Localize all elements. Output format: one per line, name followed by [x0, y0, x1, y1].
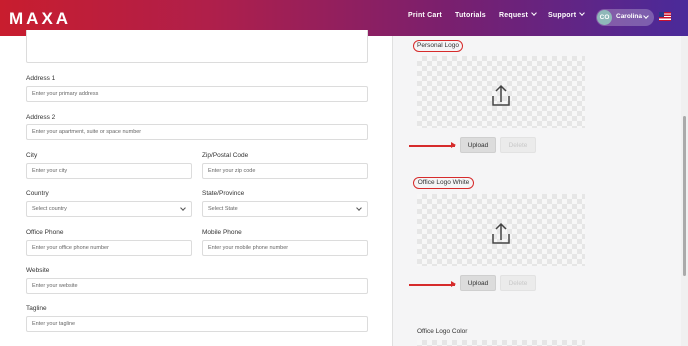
chevron-down-icon: [579, 10, 586, 16]
zip-label: Zip/Postal Code: [202, 152, 249, 159]
us-flag-icon[interactable]: [659, 12, 671, 21]
office-logo-white-dropzone[interactable]: [417, 194, 585, 266]
nav-print-cart[interactable]: Print Cart: [408, 12, 442, 19]
chevron-down-icon: [356, 205, 362, 211]
nav-tutorials[interactable]: Tutorials: [455, 12, 486, 19]
office-logo-color-label: Office Logo Color: [417, 328, 468, 335]
scrollbar-thumb[interactable]: [683, 116, 686, 276]
address2-label: Address 2: [26, 114, 56, 121]
address1-label: Address 1: [26, 75, 56, 82]
personal-logo-label: Personal Logo: [413, 40, 463, 52]
personal-logo-upload-button[interactable]: Upload: [460, 137, 496, 153]
state-select-value: Select State: [208, 206, 238, 212]
avatar: CO: [597, 10, 612, 25]
office-logo-color-dropzone[interactable]: [417, 340, 585, 346]
chevron-down-icon: [180, 205, 186, 211]
nav-support-label: Support: [548, 12, 577, 19]
office-phone-label: Office Phone: [26, 229, 64, 236]
scrollbar[interactable]: [681, 36, 688, 346]
tagline-input[interactable]: Enter your tagline: [26, 316, 368, 332]
bio-textarea[interactable]: [26, 30, 368, 63]
mobile-phone-label: Mobile Phone: [202, 229, 242, 236]
office-logo-white-label: Office Logo White: [413, 177, 474, 189]
nav-request-label: Request: [499, 12, 529, 19]
chevron-down-icon: [531, 10, 537, 16]
country-label: Country: [26, 190, 49, 197]
annotation-arrow: [409, 142, 456, 148]
personal-logo-dropzone[interactable]: [417, 56, 585, 128]
address1-input[interactable]: Enter your primary address: [26, 86, 368, 102]
address2-input[interactable]: Enter your apartment, suite or space num…: [26, 124, 368, 140]
zip-input[interactable]: Enter your zip code: [202, 163, 368, 179]
state-label: State/Province: [202, 190, 245, 197]
country-select-value: Select country: [32, 206, 67, 212]
maxa-logo[interactable]: MAXA: [9, 9, 71, 29]
website-label: Website: [26, 267, 50, 274]
city-label: City: [26, 152, 38, 159]
personal-logo-delete-button[interactable]: Delete: [500, 137, 536, 153]
user-menu[interactable]: CO Carolina: [596, 9, 654, 26]
user-name: Carolina: [616, 13, 643, 20]
nav-support[interactable]: Support: [548, 10, 586, 19]
profile-form-panel: [0, 36, 393, 346]
country-select[interactable]: Select country: [26, 201, 192, 217]
chevron-down-icon: [643, 13, 649, 19]
office-phone-input[interactable]: Enter your office phone number: [26, 240, 192, 256]
office-logo-white-delete-button[interactable]: Delete: [500, 275, 536, 291]
mobile-phone-input[interactable]: Enter your mobile phone number: [202, 240, 368, 256]
city-input[interactable]: Enter your city: [26, 163, 192, 179]
upload-icon: [492, 222, 510, 244]
annotation-arrow: [409, 281, 456, 287]
state-select[interactable]: Select State: [202, 201, 368, 217]
upload-icon: [492, 84, 510, 106]
nav-request[interactable]: Request: [499, 10, 537, 19]
office-logo-white-upload-button[interactable]: Upload: [460, 275, 496, 291]
website-input[interactable]: Enter your website: [26, 278, 368, 294]
tagline-label: Tagline: [26, 305, 47, 312]
